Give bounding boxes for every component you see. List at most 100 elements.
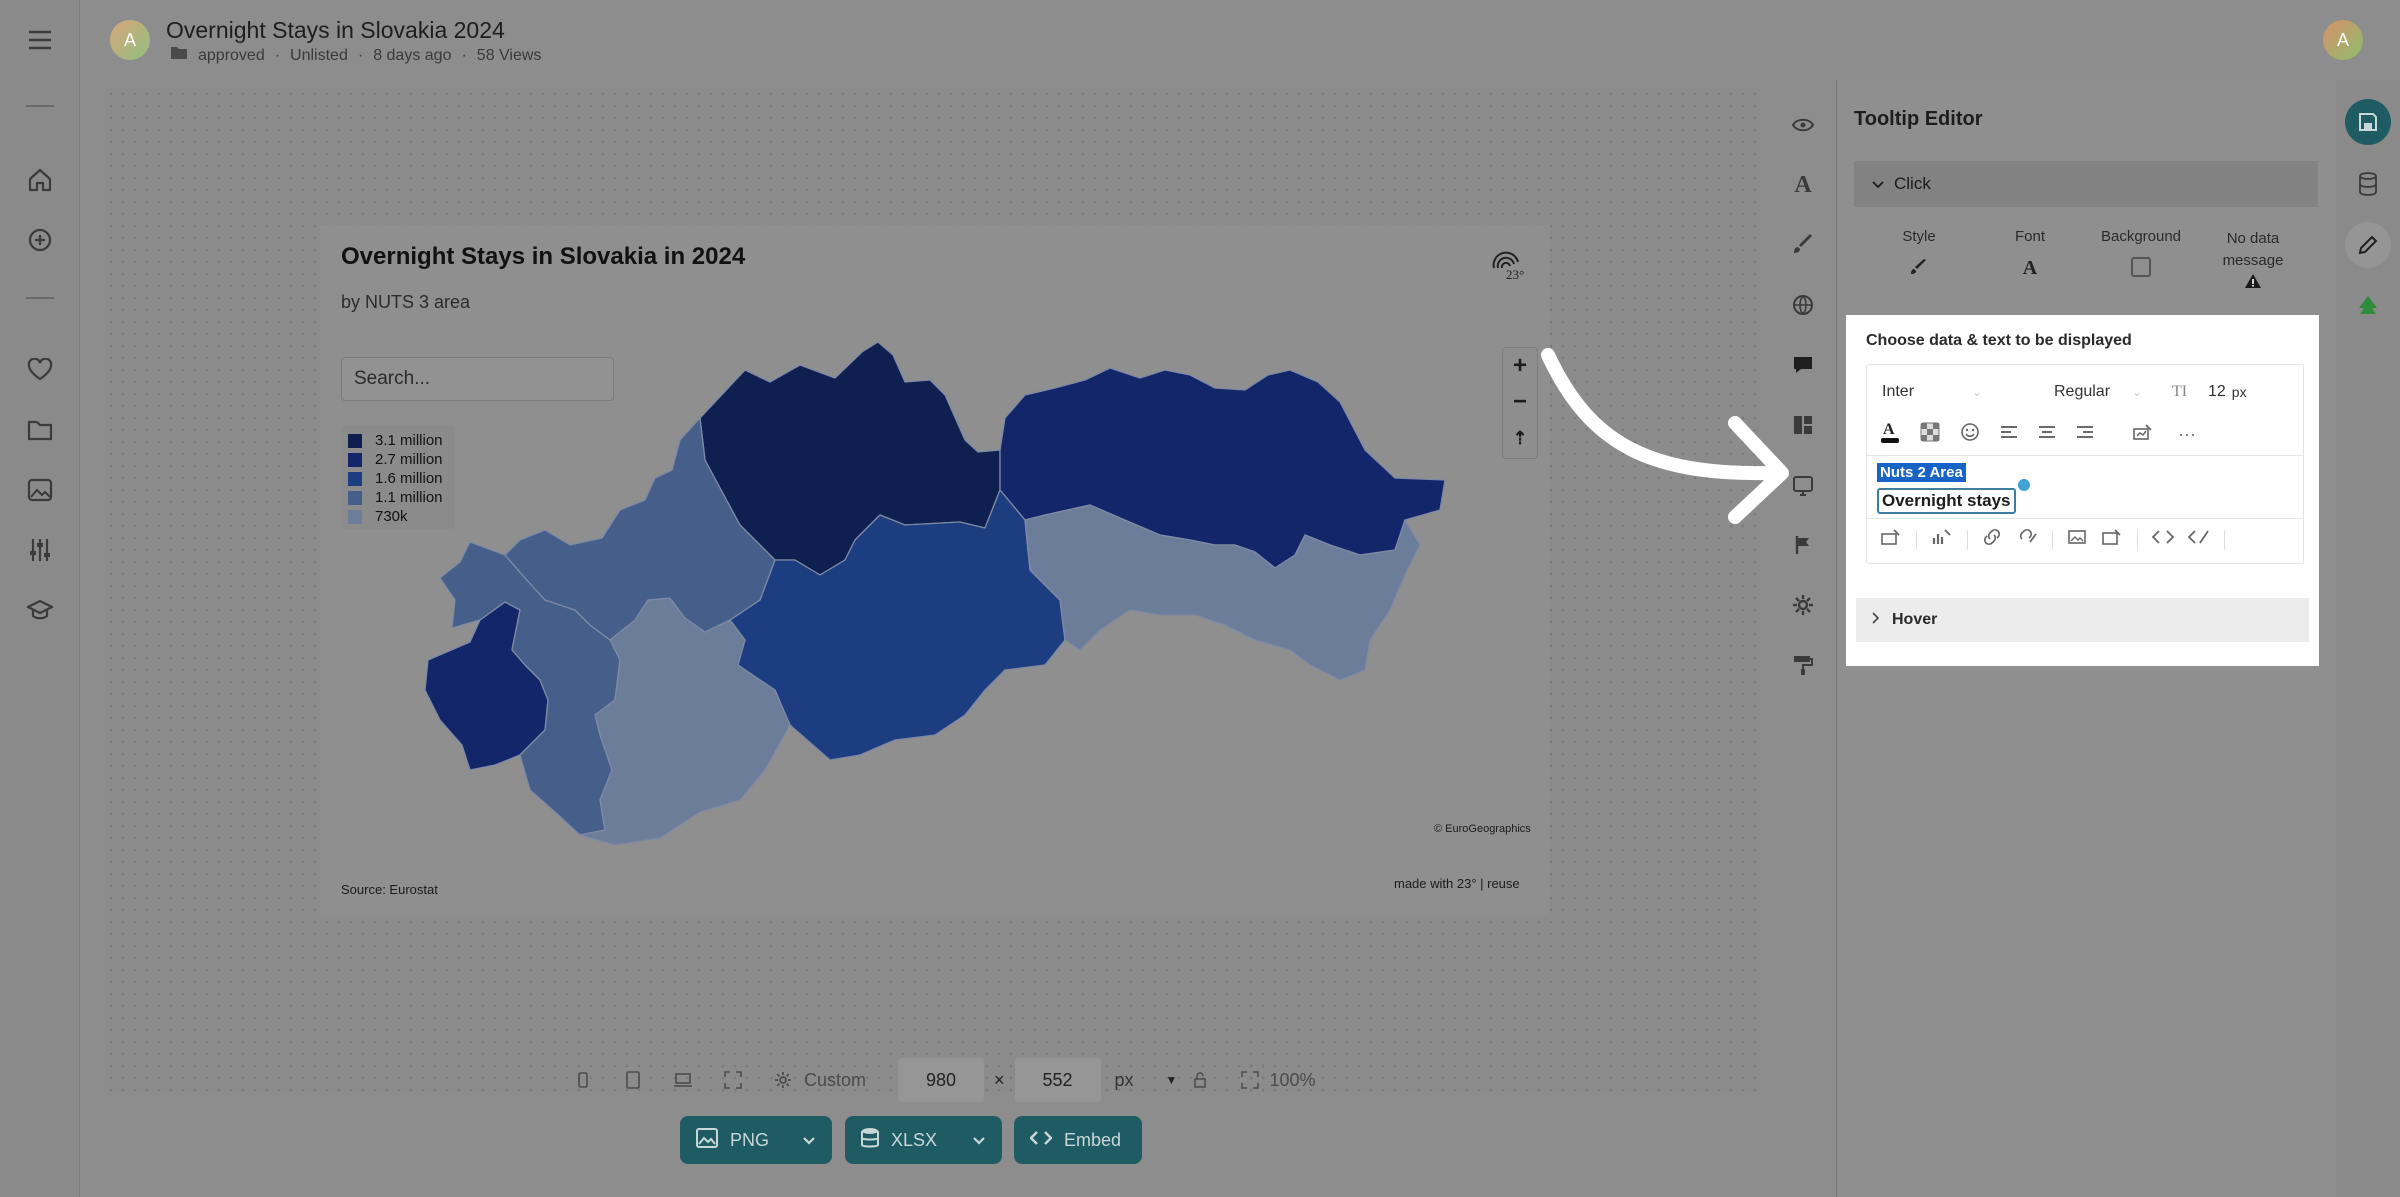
text-color-icon[interactable]: A — [1880, 420, 1900, 449]
gear-icon[interactable] — [770, 1067, 796, 1093]
data-tag-nuts-area[interactable]: Nuts 2 Area — [1877, 463, 1966, 482]
click-section-toggle[interactable]: Click — [1854, 161, 2318, 207]
background-color-icon[interactable] — [1920, 422, 1940, 447]
size-preset[interactable]: Custom — [804, 1070, 866, 1091]
save-icon[interactable] — [2345, 99, 2391, 145]
tooltip-icon[interactable] — [1789, 351, 1817, 379]
chevron-right-icon — [1872, 611, 1880, 629]
brush-icon — [1864, 259, 1974, 281]
gear-icon[interactable] — [1789, 591, 1817, 619]
popup-icon[interactable] — [1789, 471, 1817, 499]
text-size-icon: TI — [2172, 383, 2188, 400]
made-with-credit[interactable]: made with 23° | reuse — [1394, 876, 1520, 891]
eye-icon[interactable] — [1789, 111, 1817, 139]
data-tag-overnight-stays[interactable]: Overnight stays — [1877, 488, 2016, 514]
height-input[interactable]: 552 — [1014, 1058, 1101, 1102]
tag-settings-icon[interactable] — [2016, 477, 2032, 493]
lock-ratio-icon[interactable] — [1187, 1067, 1213, 1093]
align-right-icon[interactable] — [2076, 425, 2094, 444]
edit-image-icon[interactable] — [2101, 528, 2123, 551]
edit-code-icon[interactable] — [2187, 529, 2210, 550]
unit-select[interactable]: px — [1115, 1070, 1134, 1091]
tree-icon[interactable] — [2345, 283, 2391, 329]
mobile-size-icon[interactable] — [570, 1067, 596, 1093]
chevron-down-icon[interactable]: ⌄ — [1972, 385, 2054, 399]
insert-value-icon[interactable] — [1880, 528, 1902, 551]
brush-icon[interactable] — [1789, 231, 1817, 259]
database-icon[interactable] — [2345, 161, 2391, 207]
sliders-icon[interactable] — [20, 530, 60, 570]
chevron-down-icon — [1872, 174, 1884, 194]
background-option[interactable]: Background — [2086, 228, 2196, 277]
code-icon[interactable] — [2151, 529, 2175, 550]
emoji-icon[interactable] — [1960, 422, 1980, 447]
fit-zoom-icon[interactable] — [1237, 1067, 1263, 1093]
link-icon[interactable] — [1982, 528, 2002, 551]
menu-icon[interactable] — [20, 20, 60, 60]
align-left-icon[interactable] — [2000, 425, 2018, 444]
23-degrees-logo: 23° — [1490, 248, 1530, 282]
home-icon[interactable] — [20, 160, 60, 200]
legend-swatch — [348, 433, 362, 448]
canvas-size-bar: Custom 980 × 552 px ▼ 100% — [570, 1058, 1315, 1102]
no-data-message-option[interactable]: No data message — [2198, 228, 2308, 292]
font-family-select[interactable]: Inter — [1882, 383, 1972, 401]
choose-data-label: Choose data & text to be displayed — [1866, 332, 2132, 349]
fullscreen-icon[interactable] — [720, 1067, 746, 1093]
font-weight-select[interactable]: Regular — [2054, 383, 2132, 401]
heart-icon[interactable] — [20, 350, 60, 390]
format-toolbar: A ··· — [1880, 420, 2196, 449]
folder-icon[interactable] — [20, 410, 60, 450]
rail-divider — [26, 105, 54, 107]
legend-swatch — [348, 452, 362, 467]
pencil-icon[interactable] — [2345, 222, 2391, 268]
view-count: 58 Views — [476, 46, 542, 64]
svg-text:A: A — [1883, 421, 1895, 438]
owner-avatar[interactable]: A — [110, 20, 150, 60]
database-icon — [861, 1127, 879, 1154]
chevron-down-icon[interactable] — [972, 1130, 986, 1151]
more-icon[interactable]: ··· — [2178, 424, 2196, 445]
insert-data-icon[interactable] — [2132, 423, 2154, 446]
font-toolbar: Inter ⌄ Regular ⌄ TI 12 px — [1882, 383, 2247, 401]
user-avatar[interactable]: A — [2323, 20, 2363, 60]
export-xlsx-button[interactable]: XLSX — [845, 1116, 1002, 1164]
folder-name[interactable]: approved — [198, 47, 265, 65]
add-icon[interactable] — [20, 220, 60, 260]
edit-link-icon[interactable] — [2016, 528, 2038, 551]
panel-title: Tooltip Editor — [1854, 108, 1983, 130]
laptop-size-icon[interactable] — [670, 1067, 696, 1093]
paint-roller-icon[interactable] — [1789, 651, 1817, 679]
chevron-down-icon[interactable]: ⌄ — [2132, 385, 2172, 399]
tablet-size-icon[interactable] — [620, 1067, 646, 1093]
checkbox-icon — [2131, 257, 2151, 277]
pointer-arrow-icon — [1541, 348, 1789, 524]
flag-icon[interactable] — [1789, 531, 1817, 559]
layout-icon[interactable] — [1789, 411, 1817, 439]
globe-icon[interactable] — [1789, 291, 1817, 319]
image-icon — [696, 1127, 718, 1153]
font-option[interactable]: Font A — [1975, 228, 2085, 280]
insert-image-icon[interactable] — [2067, 528, 2087, 551]
font-size-input[interactable]: 12 — [2208, 383, 2226, 401]
folder-icon — [170, 46, 188, 65]
text-icon[interactable]: A — [1789, 171, 1817, 199]
width-input[interactable]: 980 — [898, 1058, 985, 1102]
align-center-icon[interactable] — [2038, 425, 2056, 444]
style-option[interactable]: Style — [1864, 228, 1974, 281]
font-icon: A — [2022, 257, 2038, 279]
image-icon[interactable] — [20, 470, 60, 510]
export-png-button[interactable]: PNG — [680, 1116, 832, 1164]
legend-swatch — [348, 471, 362, 486]
insert-chart-icon[interactable] — [1931, 528, 1953, 551]
page-title[interactable]: Overnight Stays in Slovakia 2024 — [166, 17, 505, 44]
last-edited: 8 days ago — [373, 46, 452, 64]
chevron-down-icon[interactable] — [802, 1130, 816, 1151]
hover-section-toggle[interactable]: Hover — [1856, 598, 2309, 642]
graduation-cap-icon[interactable] — [20, 590, 60, 630]
chevron-down-icon[interactable]: ▼ — [1166, 1073, 1178, 1087]
project-meta: approved · Unlisted · 8 days ago · 58 Vi… — [170, 46, 541, 65]
chart-title: Overnight Stays in Slovakia in 2024 — [341, 243, 746, 270]
embed-button[interactable]: Embed — [1014, 1116, 1142, 1164]
map-copyright: © EuroGeographics — [1434, 823, 1531, 835]
